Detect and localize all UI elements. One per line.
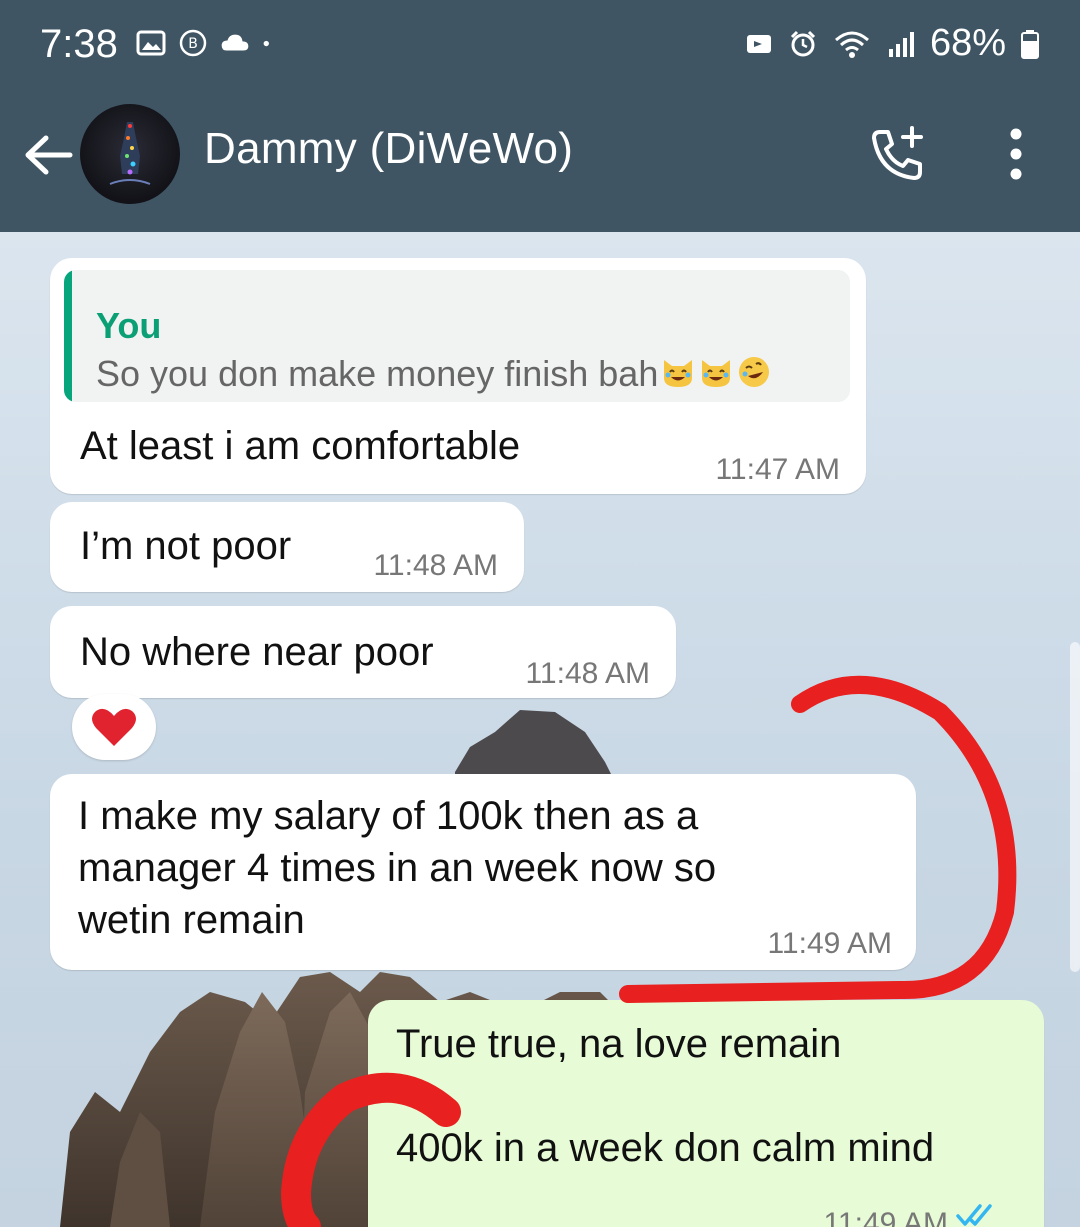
quoted-message[interactable]: You So you don make money finish bah (64, 270, 850, 402)
message-bubble-incoming[interactable]: You So you don make money finish bah At … (50, 258, 866, 494)
joy-cat-icon (702, 360, 731, 387)
scroll-indicator[interactable] (1070, 642, 1080, 972)
message-time: 11:49 AM (767, 927, 892, 960)
message-text: I make my salary of 100k then as a manag… (78, 794, 717, 942)
quote-text: So you don make money finish bah (96, 348, 772, 400)
message-time: 11:48 AM (373, 549, 498, 582)
heart-reaction-icon (92, 708, 136, 746)
message-text: I’m not poor (80, 524, 292, 568)
message-text: At least i am comfortable (80, 424, 521, 468)
back-arrow-icon[interactable] (22, 128, 76, 182)
b-circle-icon: B (179, 29, 207, 57)
message-text: No where near poor (80, 630, 434, 674)
status-right-icons: 68% (744, 22, 1040, 65)
svg-text:B: B (188, 36, 198, 52)
gallery-icon (136, 30, 166, 56)
quote-author: You (96, 305, 162, 346)
contact-name[interactable]: Dammy (DiWeWo) (204, 124, 573, 174)
wifi-icon (834, 31, 869, 58)
avatar-image (109, 122, 151, 185)
dot-icon (263, 40, 269, 47)
quote-accent-bar (64, 270, 72, 402)
message-bubble-incoming[interactable]: No where near poor 11:48 AM (50, 606, 676, 698)
menu-dots-icon[interactable] (996, 122, 1036, 186)
message-bubble-incoming[interactable]: I make my salary of 100k then as a manag… (50, 774, 916, 970)
message-text: True true, na love remain 400k in a week… (396, 1022, 935, 1170)
battery-icon (1021, 29, 1039, 59)
alarm-icon (790, 30, 815, 56)
chat-area[interactable]: You So you don make money finish bah At … (0, 232, 1080, 1227)
message-bubble-incoming[interactable]: I’m not poor 11:48 AM (50, 502, 524, 592)
status-time: 7:38 (40, 22, 118, 66)
status-bar: 7:38 B 68% (0, 0, 1080, 92)
message-bubble-outgoing[interactable]: True true, na love remain 400k in a week… (368, 1000, 1044, 1227)
cloud-icon (221, 34, 249, 51)
message-time: 11:48 AM (525, 657, 650, 690)
signal-icon (888, 31, 914, 57)
joy-cat-icon (664, 360, 693, 387)
notification-icon (746, 34, 771, 53)
message-time: 11:47 AM (715, 453, 840, 486)
contact-avatar[interactable] (80, 104, 180, 204)
call-add-icon[interactable] (866, 122, 930, 186)
chat-header: Dammy (DiWeWo) (0, 92, 1080, 232)
message-reaction[interactable] (72, 694, 156, 760)
status-left-icons: B (136, 28, 278, 58)
rolling-laugh-icon (739, 357, 770, 387)
read-ticks-icon (956, 1204, 992, 1226)
battery-percentage: 68% (929, 22, 1006, 64)
message-time: 11:49 AM (823, 1207, 948, 1227)
